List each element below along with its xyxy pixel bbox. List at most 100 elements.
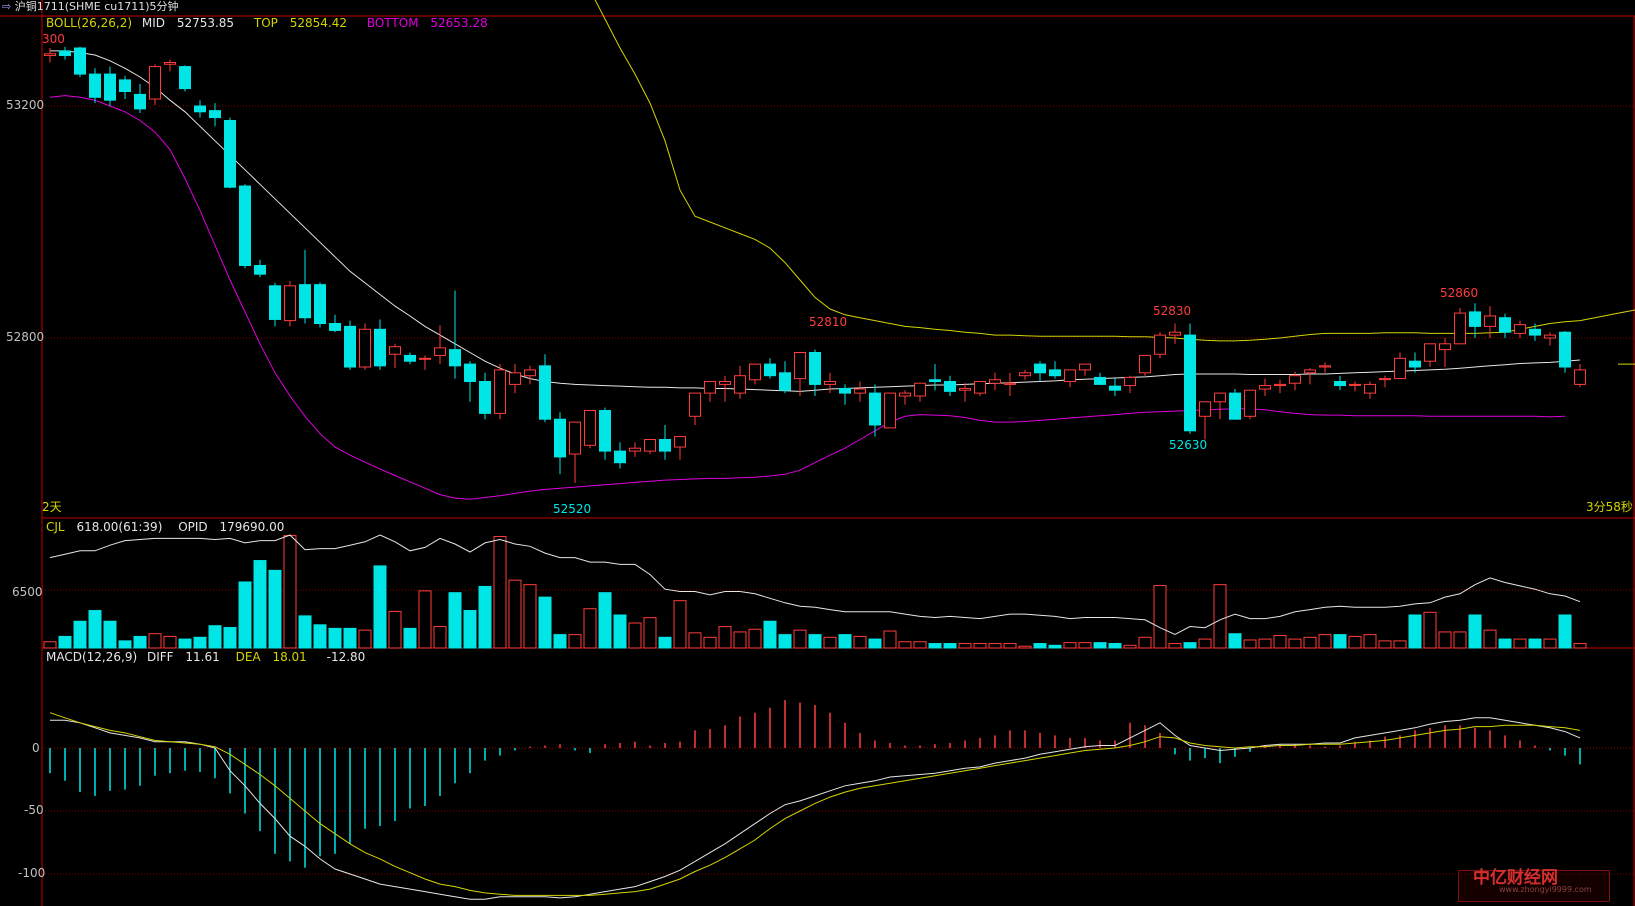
volume-bar xyxy=(1333,634,1347,649)
volume-bar xyxy=(178,638,192,649)
volume-bar xyxy=(133,635,147,649)
candle-body xyxy=(749,363,761,381)
candle-body xyxy=(1544,334,1556,339)
candle-body xyxy=(1079,363,1091,371)
volume-bar xyxy=(1003,643,1017,649)
candle xyxy=(644,439,656,454)
candle xyxy=(674,436,686,460)
candle-body xyxy=(254,265,266,275)
candle-body xyxy=(1019,372,1031,377)
candle-body xyxy=(1169,331,1181,336)
candle-body xyxy=(464,363,476,383)
volume-bar xyxy=(868,638,882,649)
candle xyxy=(479,372,491,420)
volume-bar xyxy=(403,627,417,649)
volume-bar xyxy=(1033,643,1047,649)
volume-bar xyxy=(358,629,372,649)
candle xyxy=(704,381,716,402)
price-tick-52800: 52800 xyxy=(6,330,45,344)
candle xyxy=(104,66,116,106)
volume-bar xyxy=(1393,640,1407,649)
candle xyxy=(1499,313,1511,338)
volume-bar xyxy=(613,614,627,649)
kline-chart-window[interactable]: ⇨ 沪铜1711(SHME cu1711)5分钟 BOLL(26,26,2) M… xyxy=(0,0,1635,906)
candle xyxy=(1559,331,1571,373)
candle xyxy=(284,281,296,327)
candle xyxy=(494,364,506,420)
candle-body xyxy=(1154,334,1166,355)
volume-bar xyxy=(193,636,207,649)
volume-bar xyxy=(688,632,702,649)
candle-body xyxy=(674,436,686,448)
volume-bar xyxy=(118,640,132,649)
candle-body xyxy=(944,381,956,392)
volume-bar xyxy=(418,590,432,649)
candle xyxy=(134,83,146,113)
volume-bar xyxy=(523,584,537,649)
candle-body xyxy=(1049,369,1061,377)
candle-body xyxy=(1244,389,1256,417)
candle xyxy=(419,355,431,370)
candle xyxy=(569,421,581,483)
candle xyxy=(434,325,446,365)
candle-body xyxy=(974,381,986,394)
candle xyxy=(149,64,161,105)
period-left-label: 2天 xyxy=(42,500,62,514)
candle-body xyxy=(149,66,161,100)
candle xyxy=(209,103,221,127)
volume-bar xyxy=(793,629,807,649)
candle xyxy=(1274,379,1286,394)
candle xyxy=(1379,375,1391,388)
countdown-label: 3分58秒 xyxy=(1586,500,1633,514)
candle-body xyxy=(824,381,836,385)
volume-bar xyxy=(1348,635,1362,649)
volume-bar xyxy=(1468,614,1482,649)
candle-body xyxy=(104,73,116,101)
volume-bar xyxy=(1483,629,1497,649)
candle-body xyxy=(629,447,641,452)
candle-body xyxy=(839,387,851,394)
boll-mid-line xyxy=(50,50,1581,392)
volume-bar xyxy=(1318,634,1332,649)
candle-body xyxy=(479,381,491,414)
candle xyxy=(1319,362,1331,373)
candle-body xyxy=(89,73,101,98)
candle xyxy=(1304,368,1316,385)
candle xyxy=(1439,338,1451,367)
candle-body xyxy=(1379,378,1391,381)
volume-bar xyxy=(748,628,762,649)
volume-bar xyxy=(643,617,657,649)
candle xyxy=(1259,378,1271,396)
volume-bar xyxy=(883,630,897,649)
volume-bar xyxy=(1543,638,1557,649)
candle-body xyxy=(1304,369,1316,374)
candle xyxy=(1364,381,1376,399)
macd-header: MACD(12,26,9) DIFF 11.61 DEA 18.01 -12.8… xyxy=(46,650,365,664)
candle-body xyxy=(869,392,881,426)
candle xyxy=(944,375,956,396)
volume-bar xyxy=(238,581,252,649)
volume-bar xyxy=(1048,644,1062,649)
arrow-icon: ⇨ xyxy=(2,0,12,13)
candle-body xyxy=(1439,343,1451,351)
candle-body xyxy=(299,284,311,319)
volume-bar xyxy=(973,643,987,649)
chart-canvas[interactable] xyxy=(0,0,1635,906)
volume-bar xyxy=(1153,585,1167,649)
volume-bar xyxy=(298,615,312,649)
volume-bar xyxy=(73,620,87,649)
candle-body xyxy=(1124,376,1136,387)
volume-bar xyxy=(283,535,297,649)
candle xyxy=(1019,369,1031,380)
price-tick-53200: 53200 xyxy=(6,98,45,112)
macd-tick-0: 0 xyxy=(32,741,40,755)
macd-tick-minus50: -50 xyxy=(24,803,44,817)
volume-bar xyxy=(1108,643,1122,649)
candle xyxy=(329,314,341,333)
macd-tick-minus100: -100 xyxy=(18,866,46,880)
candle xyxy=(1394,352,1406,380)
candle-body xyxy=(389,346,401,355)
candle-body xyxy=(854,388,866,394)
candle xyxy=(764,358,776,379)
volume-bar xyxy=(553,634,567,649)
